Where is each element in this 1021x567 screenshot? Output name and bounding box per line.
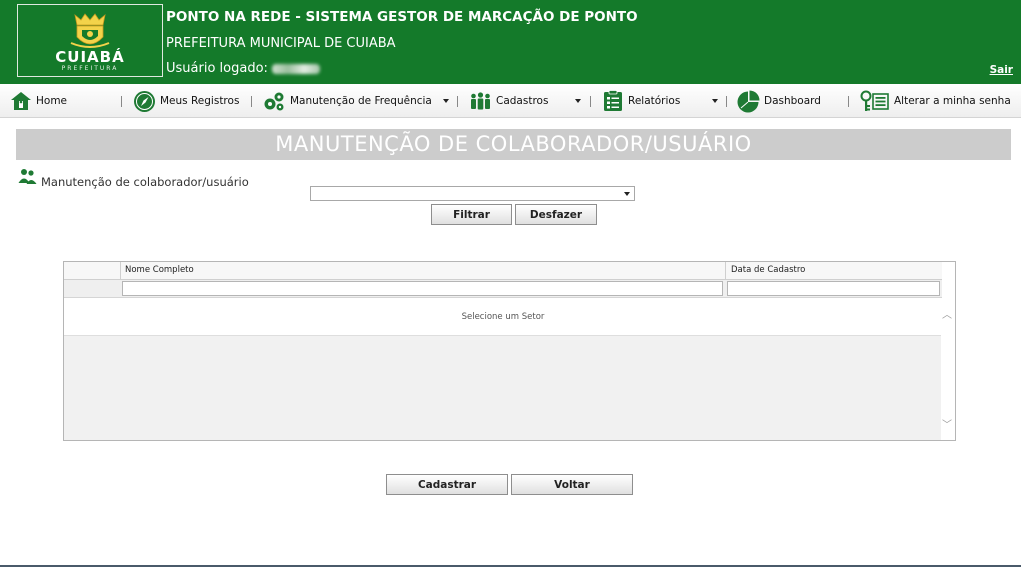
scroll-down-icon[interactable]: ﹀ (942, 416, 952, 431)
logo-subtitle: PREFEITURA (61, 65, 119, 72)
menu-meus-registros-label: Meus Registros (160, 95, 240, 107)
chevron-down-icon[interactable] (443, 99, 449, 103)
nome-filter-input[interactable] (122, 281, 723, 296)
menu-dashboard-label: Dashboard (764, 95, 821, 107)
organization-name: PREFEITURA MUNICIPAL DE CUIABA (166, 36, 396, 51)
menu-separator (251, 96, 252, 107)
logged-user: Usuário logado: (166, 61, 320, 76)
logo-text: CUIABÁ (55, 48, 125, 66)
filter-button[interactable]: Filtrar (431, 204, 512, 225)
page-title: MANUTENÇÃO DE COLABORADOR/USUÁRIO (16, 129, 1011, 160)
column-data-cadastro[interactable]: Data de Cadastro (731, 265, 805, 275)
app-header: CUIABÁ PREFEITURA PONTO NA REDE - SISTEM… (0, 0, 1021, 84)
menu-home[interactable]: Home (10, 84, 67, 118)
section-label: Manutenção de colaborador/usuário (41, 175, 249, 189)
chevron-down-icon[interactable] (575, 99, 581, 103)
back-button[interactable]: Voltar (511, 474, 633, 495)
menu-separator (848, 96, 849, 107)
table-body (64, 336, 942, 440)
users-table: Nome Completo Data de Cadastro Selecione… (63, 261, 956, 441)
data-filter-input[interactable] (727, 281, 940, 296)
menu-alterar-senha-label: Alterar a minha senha (894, 95, 1011, 107)
menu-relatorios-label: Relatórios (628, 95, 681, 107)
menu-home-label: Home (36, 95, 68, 107)
pie-chart-icon (737, 90, 760, 112)
menu-separator (121, 96, 122, 107)
key-icon (860, 90, 889, 111)
compass-icon (134, 90, 155, 112)
logout-link[interactable]: Sair (990, 64, 1013, 76)
section-header: Manutenção de colaborador/usuário (18, 163, 249, 189)
menu-separator (457, 96, 458, 107)
redacted-username (271, 63, 320, 74)
undo-button[interactable]: Desfazer (515, 204, 597, 225)
home-icon (11, 92, 31, 110)
column-separator (120, 262, 121, 280)
main-menu: Home Meus Registros Manutenção de Frequê… (0, 84, 1021, 118)
menu-cadastros[interactable]: Cadastros (469, 84, 548, 118)
logged-user-label: Usuário logado: (166, 61, 268, 76)
scroll-up-icon[interactable]: ︿ (942, 306, 952, 321)
menu-separator (590, 96, 591, 107)
cuiaba-logo: CUIABÁ PREFEITURA (17, 4, 163, 77)
column-separator (725, 262, 726, 280)
chevron-down-icon (624, 192, 630, 196)
menu-cadastros-label: Cadastros (496, 95, 549, 107)
menu-dashboard[interactable]: Dashboard (737, 84, 821, 118)
chevron-down-icon[interactable] (712, 99, 718, 103)
menu-manutencao-frequencia-label: Manutenção de Frequência (290, 95, 432, 107)
register-button[interactable]: Cadastrar (386, 474, 508, 495)
system-title: PONTO NA REDE - SISTEMA GESTOR DE MARCAÇ… (166, 9, 638, 25)
menu-meus-registros[interactable]: Meus Registros (133, 84, 239, 118)
crest-icon (70, 13, 110, 48)
menu-relatorios[interactable]: Relatórios (602, 84, 680, 118)
table-header: Nome Completo Data de Cadastro (64, 262, 942, 280)
people-icon (471, 92, 490, 110)
menu-manutencao-frequencia[interactable]: Manutenção de Frequência (263, 84, 432, 118)
empty-message: Selecione um Setor (64, 298, 942, 336)
menu-separator (726, 96, 727, 107)
table-scrollbar[interactable]: ︿ ﹀ (941, 298, 955, 440)
gears-icon (264, 92, 284, 111)
setor-select[interactable] (310, 186, 635, 201)
table-filter-row (64, 280, 942, 298)
report-icon (604, 90, 622, 111)
users-icon (18, 168, 37, 184)
menu-alterar-senha[interactable]: Alterar a minha senha (860, 84, 1011, 118)
column-nome-completo[interactable]: Nome Completo (125, 265, 194, 275)
